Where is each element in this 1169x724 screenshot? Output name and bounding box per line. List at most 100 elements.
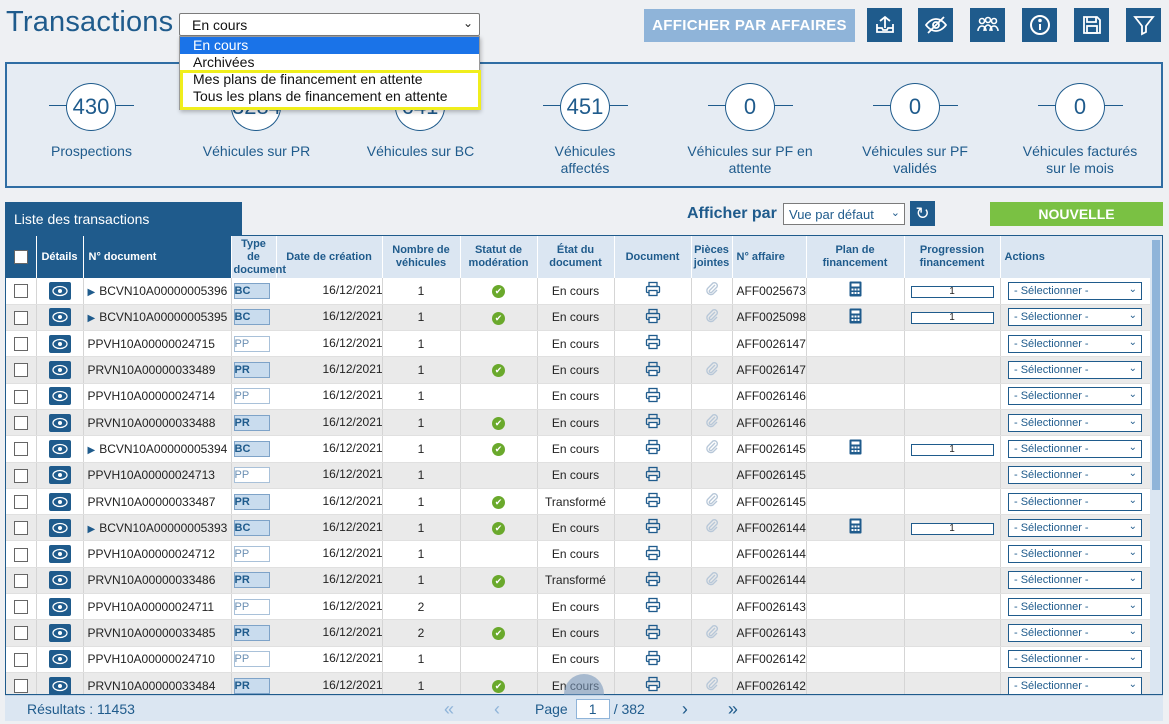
printer-icon[interactable] — [645, 597, 661, 613]
affaire-number[interactable]: AFF0026144 — [732, 567, 807, 595]
affaire-number[interactable]: AFF0026146 — [732, 409, 807, 437]
actions-select[interactable]: - Sélectionner - ⌄ — [1008, 361, 1142, 380]
table-row[interactable]: ▶BCVN10A00000005394BC16/12/2021 17:181✔E… — [6, 435, 1151, 463]
printer-icon[interactable] — [645, 387, 661, 403]
affaire-number[interactable]: AFF0026145 — [732, 435, 807, 463]
view-details-button[interactable] — [48, 650, 71, 669]
paperclip-icon[interactable] — [704, 439, 720, 455]
doc-number[interactable]: PRVN10A00000033487 — [88, 495, 216, 509]
row-checkbox[interactable] — [13, 679, 28, 694]
printer-icon[interactable] — [645, 413, 661, 429]
header-date[interactable]: Date de création — [276, 236, 383, 278]
actions-select[interactable]: - Sélectionner - ⌄ — [1008, 439, 1142, 458]
affaire-number[interactable]: AFF0026147 — [732, 356, 807, 384]
status-option-en-cours[interactable]: En cours — [180, 37, 479, 54]
row-checkbox[interactable] — [13, 442, 28, 457]
paperclip-icon[interactable] — [704, 571, 720, 587]
expand-arrow-icon[interactable]: ▶ — [88, 287, 96, 298]
affaire-number[interactable]: AFF0025098 — [732, 304, 807, 332]
row-checkbox[interactable] — [13, 310, 28, 325]
expand-arrow-icon[interactable]: ▶ — [88, 524, 96, 535]
row-checkbox[interactable] — [13, 521, 28, 536]
table-row[interactable]: PPVH10A00000024712 PP 16/12/2021 17:061 En … — [6, 540, 1151, 568]
actions-select[interactable]: - Sélectionner - ⌄ — [1008, 387, 1142, 406]
actions-select[interactable]: - Sélectionner - ⌄ — [1008, 545, 1142, 564]
printer-icon[interactable] — [645, 361, 661, 377]
view-details-button[interactable] — [48, 466, 71, 485]
view-details-button[interactable] — [48, 334, 71, 353]
paperclip-icon[interactable] — [704, 518, 720, 534]
row-checkbox[interactable] — [13, 626, 28, 641]
paperclip-icon[interactable] — [704, 308, 720, 324]
export-button[interactable] — [867, 8, 902, 42]
table-row[interactable]: PRVN10A00000033488 PR 16/12/2021 17:191 ✔ En… — [6, 409, 1151, 437]
doc-number[interactable]: BCVN10A00000005395 — [99, 310, 227, 324]
prev-page-button[interactable]: ‹ — [473, 699, 521, 720]
table-row[interactable]: PPVH10A00000024714 PP 16/12/2021 17:191 En … — [6, 383, 1151, 410]
affaire-number[interactable]: AFF0026146 — [732, 383, 807, 410]
paperclip-icon[interactable] — [704, 676, 720, 692]
actions-select[interactable]: - Sélectionner - ⌄ — [1008, 466, 1142, 485]
header-moderation[interactable]: Statut de modération — [460, 236, 538, 278]
row-checkbox[interactable] — [13, 547, 28, 562]
printer-icon[interactable] — [645, 676, 661, 692]
printer-icon[interactable] — [645, 439, 661, 455]
doc-number[interactable]: PRVN10A00000033485 — [88, 626, 216, 640]
new-transaction-button[interactable]: NOUVELLE — [990, 202, 1163, 226]
header-doc-type[interactable]: Type de document — [231, 236, 286, 278]
table-row[interactable]: PRVN10A00000033485 PR 16/12/2021 17:042 ✔ En… — [6, 619, 1151, 647]
header-affaire[interactable]: N° affaire — [732, 236, 807, 278]
actions-select[interactable]: - Sélectionner - ⌄ — [1008, 281, 1142, 300]
actions-select[interactable]: - Sélectionner - ⌄ — [1008, 571, 1142, 590]
first-page-button[interactable]: « — [425, 699, 473, 720]
table-row[interactable]: ▶BCVN10A00000005395BC16/12/2021 17:321✔E… — [6, 304, 1151, 332]
actions-select[interactable]: - Sélectionner - ⌄ — [1008, 334, 1142, 353]
printer-icon[interactable] — [645, 624, 661, 640]
printer-icon[interactable] — [645, 545, 661, 561]
row-checkbox[interactable] — [13, 284, 28, 299]
table-row[interactable]: PPVH10A00000024713 PP 16/12/2021 17:181 En … — [6, 462, 1151, 489]
affaire-number[interactable]: AFF0026145 — [732, 488, 807, 516]
affaire-number[interactable]: AFF0026142 — [732, 672, 807, 694]
group-button[interactable] — [970, 8, 1005, 42]
printer-icon[interactable] — [645, 466, 661, 482]
doc-number[interactable]: PPVH10A00000024711 — [88, 600, 215, 614]
row-checkbox[interactable] — [13, 600, 28, 615]
table-scrollbar[interactable] — [1150, 236, 1162, 694]
tab-liste-transactions[interactable]: Liste des transactions — [5, 202, 242, 235]
row-checkbox[interactable] — [13, 652, 28, 667]
doc-number[interactable]: BCVN10A00000005393 — [99, 521, 227, 535]
refresh-button[interactable]: ↻ — [910, 201, 935, 226]
view-details-button[interactable] — [48, 413, 71, 432]
doc-number[interactable]: PPVH10A00000024714 — [88, 389, 215, 403]
actions-select[interactable]: - Sélectionner - ⌄ — [1008, 597, 1142, 616]
table-row[interactable]: PRVN10A00000033486 PR 16/12/2021 17:061 ✔ Tr… — [6, 567, 1151, 595]
view-select[interactable]: Vue par défaut ⌄ — [783, 203, 905, 225]
row-checkbox[interactable] — [13, 363, 28, 378]
row-checkbox[interactable] — [13, 468, 28, 483]
affaire-number[interactable]: AFF0026143 — [732, 593, 807, 621]
row-checkbox[interactable] — [13, 494, 28, 509]
printer-icon[interactable] — [645, 308, 661, 324]
filter-button[interactable] — [1126, 8, 1161, 42]
visibility-off-button[interactable] — [918, 8, 953, 42]
affaire-number[interactable]: AFF0026143 — [732, 619, 807, 647]
view-details-button[interactable] — [48, 492, 71, 511]
row-checkbox[interactable] — [13, 337, 28, 352]
printer-icon[interactable] — [645, 518, 661, 534]
header-vehicle-count[interactable]: Nombre de véhicules — [382, 236, 461, 278]
last-page-button[interactable]: » — [709, 699, 757, 720]
view-details-button[interactable] — [48, 387, 71, 406]
expand-arrow-icon[interactable]: ▶ — [88, 313, 96, 324]
paperclip-icon[interactable] — [704, 492, 720, 508]
row-checkbox[interactable] — [13, 416, 28, 431]
actions-select[interactable]: - Sélectionner - ⌄ — [1008, 413, 1142, 432]
table-row[interactable]: PRVN10A00000033487 PR 16/12/2021 17:181 ✔ Tr… — [6, 488, 1151, 516]
actions-select[interactable]: - Sélectionner - ⌄ — [1008, 676, 1142, 694]
affaire-number[interactable]: AFF0025673 — [732, 278, 807, 305]
view-details-button[interactable] — [48, 571, 71, 590]
view-details-button[interactable] — [48, 624, 71, 642]
status-option-archivees[interactable]: Archivées — [180, 54, 479, 71]
doc-number[interactable]: PPVH10A00000024710 — [88, 652, 215, 666]
info-button[interactable] — [1022, 8, 1057, 42]
